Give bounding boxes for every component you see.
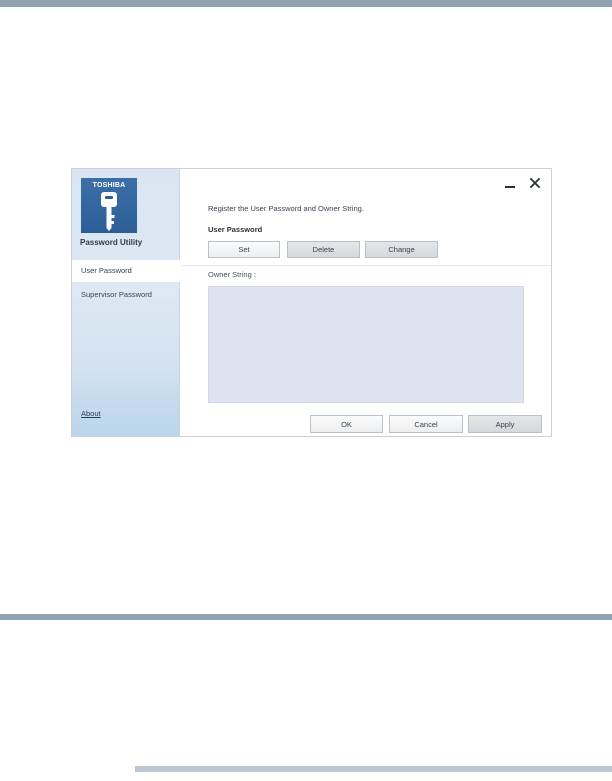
change-button[interactable]: Change: [365, 241, 438, 258]
page-top-rule: [0, 0, 612, 7]
sidebar-item-label: Supervisor Password: [81, 290, 152, 299]
section-divider: [181, 265, 551, 266]
sidebar-item-user-password[interactable]: User Password: [72, 260, 181, 282]
brand-logo-text: TOSHIBA: [92, 182, 126, 189]
owner-string-input[interactable]: [208, 286, 524, 403]
password-utility-window: TOSHIBA Password Utility User Password S…: [71, 168, 552, 437]
delete-button[interactable]: Delete: [287, 241, 360, 258]
intro-text: Register the User Password and Owner Str…: [208, 204, 364, 213]
sidebar-item-supervisor-password[interactable]: Supervisor Password: [72, 284, 180, 306]
section-title-user-password: User Password: [208, 225, 263, 234]
cancel-button[interactable]: Cancel: [389, 415, 463, 433]
toshiba-logo-tile: TOSHIBA: [81, 178, 137, 233]
apply-button[interactable]: Apply: [468, 415, 542, 433]
page-middle-rule: [0, 614, 612, 620]
about-link[interactable]: About: [81, 409, 101, 418]
set-button[interactable]: Set: [208, 241, 280, 258]
key-icon: [101, 192, 117, 231]
main-content: Register the User Password and Owner Str…: [181, 169, 551, 436]
sidebar-item-label: User Password: [81, 266, 132, 275]
ok-button[interactable]: OK: [310, 415, 383, 433]
owner-string-label: Owner String :: [208, 270, 256, 279]
sidebar: TOSHIBA Password Utility User Password S…: [72, 169, 181, 436]
page-bottom-rule: [135, 766, 612, 772]
app-title: Password Utility: [80, 238, 143, 247]
